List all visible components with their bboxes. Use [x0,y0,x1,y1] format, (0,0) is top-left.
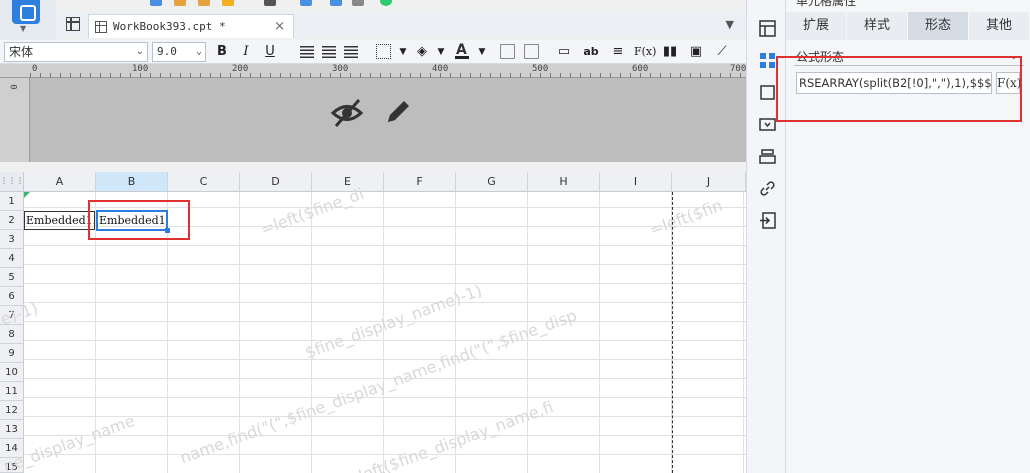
highlight-box [776,56,1022,122]
freeze-icon[interactable] [500,44,515,59]
page-break-line [672,192,673,473]
panel-title: 单元格属性 [796,0,857,8]
column-header-b[interactable]: B [96,172,168,192]
toolbar-icon-4[interactable] [222,0,234,6]
tab-menu-icon[interactable]: ▼ [726,18,734,31]
import-icon[interactable] [759,212,776,229]
fill-color-icon[interactable]: ◈ [414,43,430,61]
tab-title: WorkBook393.cpt * [113,20,226,33]
font-color-icon[interactable]: A [455,42,469,59]
cell-properties-icon[interactable] [759,20,776,37]
tab-expand[interactable]: 扩展 [786,12,847,40]
chevron-down-icon[interactable]: ▼ [395,43,411,61]
tab-bar: WorkBook393.cpt * × ▼ [56,12,746,38]
ruler-tick: 0 [7,84,18,90]
link-icon[interactable]: ▭ [556,43,572,61]
row-header[interactable]: 13 [0,420,24,439]
row-header[interactable]: 3 [0,230,24,249]
toolbar-icon-8[interactable] [352,0,364,6]
select-all-corner[interactable]: ⋮⋮⋮ [0,172,24,192]
property-tabs: 扩展 样式 形态 其他 [786,12,1030,40]
chevron-down-icon: ⌄ [195,46,202,57]
page-header-area[interactable] [30,78,746,162]
row-header[interactable]: 12 [0,401,24,420]
border-icon[interactable] [376,44,391,59]
image-icon[interactable]: ▣ [688,43,704,61]
eye-slash-icon[interactable] [330,96,364,130]
column-header-d[interactable]: D [240,172,312,192]
row-header[interactable]: 4 [0,249,24,268]
app-logo-area: ▼ [0,0,56,40]
column-header-c[interactable]: C [168,172,240,192]
horizontal-ruler: 0 100 200 300 400 500 600 700 [0,64,746,78]
column-header-h[interactable]: H [528,172,600,192]
row-header[interactable]: 11 [0,382,24,401]
font-family-value: 宋体 [9,45,34,59]
font-family-select[interactable]: 宋体 ⌄ [4,42,148,62]
close-icon[interactable]: × [274,19,285,34]
font-size-value: 9.0 [157,45,177,58]
tab-form[interactable]: 形态 [908,12,969,40]
paragraph-icon[interactable]: ≡ [610,43,626,61]
format-toolbar: 宋体 ⌄ 9.0 ⌄ B I U ▼ ◈ ▼ A ▼ ▭ ab ≡ F(x) ▮… [0,40,746,64]
chevron-down-icon: ⌄ [135,46,144,57]
toolbar-icon-3[interactable] [198,0,210,6]
row-header[interactable]: 9 [0,344,24,363]
font-size-select[interactable]: 9.0 ⌄ [152,42,206,62]
align-left-icon[interactable] [300,46,314,58]
column-header-g[interactable]: G [456,172,528,192]
link-icon[interactable] [759,180,776,197]
vertical-ruler: 0 [0,78,30,162]
widget-icon[interactable] [759,52,776,69]
chevron-down-icon[interactable]: ▼ [474,43,490,61]
column-header-f[interactable]: F [384,172,456,192]
row-header[interactable]: 1 [0,192,24,211]
cell-a2[interactable]: Embedded1.G [24,211,95,230]
column-header-i[interactable]: I [600,172,672,192]
bold-button[interactable]: B [214,43,230,61]
column-header-j[interactable]: J [672,172,746,192]
tab-workbook[interactable]: WorkBook393.cpt * × [88,14,294,38]
highlight-box [88,200,190,240]
text-button[interactable]: ab [583,43,599,61]
top-toolbar [140,0,410,8]
designer-window: ▼ WorkBook393.cpt * × ▼ 宋体 ⌄ 9.0 ⌄ B I U… [0,0,1030,473]
toolbar-icon-9[interactable] [380,0,392,6]
layers-icon[interactable] [759,148,776,165]
tab-style[interactable]: 样式 [847,12,908,40]
chevron-down-icon[interactable]: ▼ [433,43,449,61]
row-header[interactable]: 10 [0,363,24,382]
row-header[interactable]: 5 [0,268,24,287]
toolbar-icon-2[interactable] [174,0,186,6]
dropdown-widget-icon[interactable] [759,116,776,133]
frame-icon[interactable] [759,84,776,101]
formula-button[interactable]: F(x) [634,43,656,61]
merge-icon[interactable] [524,44,539,59]
chevron-down-icon[interactable]: ▼ [20,24,26,33]
pencil-icon[interactable] [382,96,414,128]
italic-button[interactable]: I [238,43,254,61]
workbook-icon [95,20,107,33]
underline-button[interactable]: U [262,43,278,61]
corner-marker [24,192,30,198]
align-center-icon[interactable] [322,46,336,58]
align-right-icon[interactable] [344,46,358,58]
toolbar-icon-1[interactable] [150,0,162,6]
row-header[interactable]: 2 [0,211,24,230]
toolbar-icon-5[interactable] [264,0,276,6]
toolbar-icon-6[interactable] [300,0,312,6]
column-header-a[interactable]: A [24,172,96,192]
slash-icon[interactable]: ⟋ [714,43,730,61]
tab-other[interactable]: 其他 [969,12,1030,40]
toolbar-icon-7[interactable] [330,0,342,6]
app-logo-icon[interactable] [12,0,40,24]
sheet-grid-icon[interactable] [66,17,80,31]
chart-icon[interactable]: ▮▮ [662,43,678,61]
